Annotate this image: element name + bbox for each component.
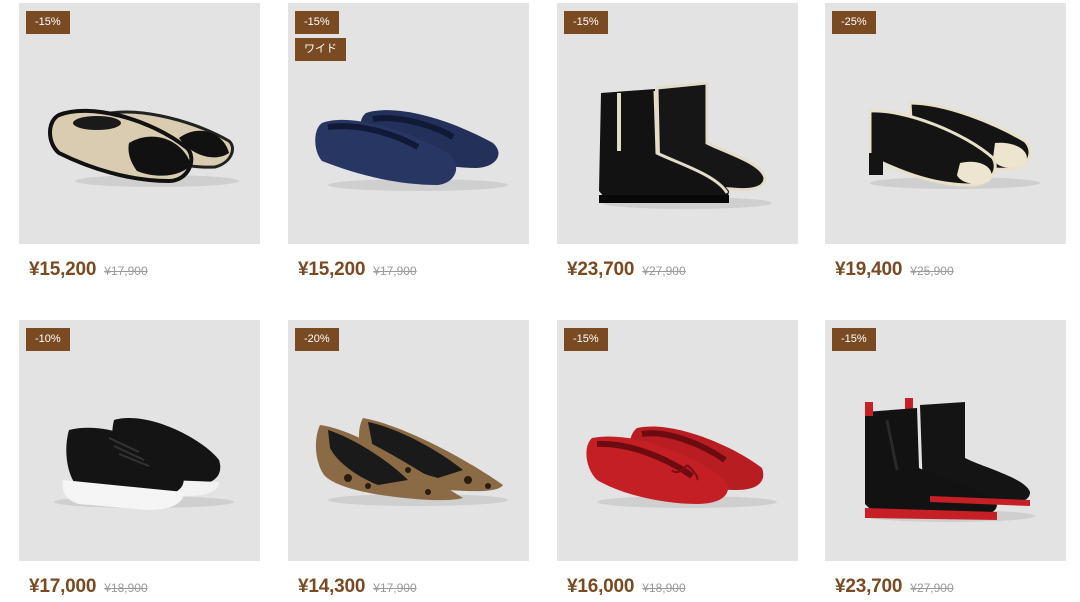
product-grid: -15% ¥15,200 ¥17,900 -15% ワイド ¥15,200 ¥1… bbox=[0, 0, 1080, 602]
shoe-image-cream-black-flat bbox=[48, 108, 239, 187]
product-card[interactable]: -15% ¥23,700 ¥27,900 bbox=[557, 3, 798, 281]
product-card[interactable]: -20% ¥14,300 ¥17,900 bbox=[288, 320, 529, 598]
product-image[interactable]: -25% bbox=[825, 3, 1066, 244]
shoe-image-black-ankle-boot bbox=[599, 81, 772, 209]
shoe-image-black-sneaker bbox=[54, 418, 234, 510]
sale-price: ¥16,000 bbox=[567, 576, 635, 597]
shoe-image-red-ballet-flat bbox=[586, 426, 777, 508]
original-price: ¥18,900 bbox=[642, 581, 686, 595]
original-price: ¥17,900 bbox=[373, 581, 417, 595]
discount-badge: -20% bbox=[295, 328, 339, 351]
sale-price: ¥14,300 bbox=[298, 576, 366, 597]
original-price: ¥17,900 bbox=[373, 264, 417, 278]
product-image[interactable]: -15% bbox=[19, 3, 260, 244]
sale-price: ¥15,200 bbox=[298, 259, 366, 280]
original-price: ¥18,900 bbox=[104, 581, 148, 595]
original-price: ¥25,900 bbox=[910, 264, 954, 278]
discount-badge: -10% bbox=[26, 328, 70, 351]
discount-badge: -15% bbox=[832, 328, 876, 351]
product-image[interactable]: -10% bbox=[19, 320, 260, 561]
wide-badge: ワイド bbox=[295, 38, 346, 61]
product-card[interactable]: -15% ワイド ¥15,200 ¥17,900 bbox=[288, 3, 529, 281]
product-card[interactable]: -10% ¥17,000 ¥18,900 bbox=[19, 320, 260, 598]
product-card[interactable]: -15% ¥15,200 ¥17,900 bbox=[19, 3, 260, 281]
product-card[interactable]: -25% ¥19,400 ¥25,900 bbox=[825, 3, 1066, 281]
discount-badge: -15% bbox=[295, 11, 339, 34]
sale-price: ¥23,700 bbox=[835, 576, 903, 597]
product-card[interactable]: -15% ¥16,000 ¥18,900 bbox=[557, 320, 798, 598]
product-image[interactable]: -15% bbox=[825, 320, 1066, 561]
product-image[interactable]: -15% bbox=[557, 3, 798, 244]
sale-price: ¥19,400 bbox=[835, 259, 903, 280]
discount-badge: -15% bbox=[564, 328, 608, 351]
product-image[interactable]: -15% bbox=[557, 320, 798, 561]
discount-badge: -15% bbox=[564, 11, 608, 34]
product-card[interactable]: -15% ¥23,700 ¥27,900 bbox=[825, 320, 1066, 598]
original-price: ¥27,900 bbox=[642, 264, 686, 278]
shoe-image-leopard-flat bbox=[315, 418, 508, 506]
sale-price: ¥15,200 bbox=[29, 259, 97, 280]
sale-price: ¥17,000 bbox=[29, 576, 97, 597]
discount-badge: -25% bbox=[832, 11, 876, 34]
original-price: ¥27,900 bbox=[910, 581, 954, 595]
product-image[interactable]: -15% ワイド bbox=[288, 3, 529, 244]
discount-badge: -15% bbox=[26, 11, 70, 34]
sale-price: ¥23,700 bbox=[567, 259, 635, 280]
shoe-image-black-cream-pump bbox=[868, 101, 1040, 189]
shoe-image-black-chelsea-boot bbox=[865, 398, 1035, 522]
original-price: ¥17,900 bbox=[104, 264, 148, 278]
product-image[interactable]: -20% bbox=[288, 320, 529, 561]
